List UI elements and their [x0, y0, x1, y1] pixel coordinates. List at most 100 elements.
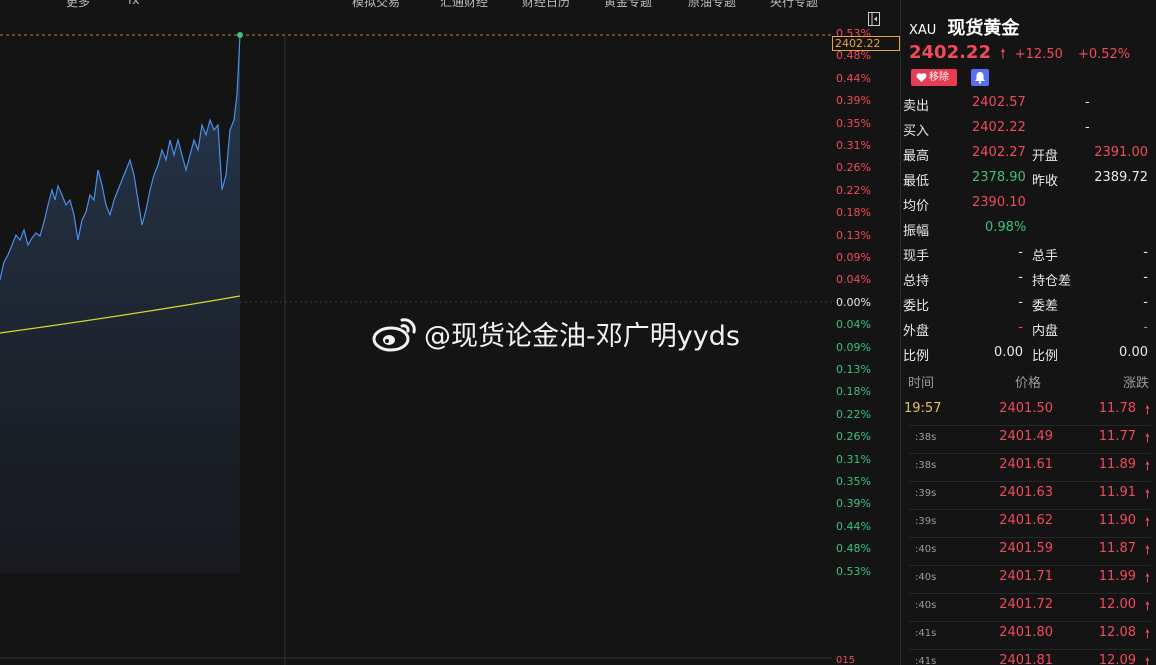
ticks-header-price: 价格	[1015, 376, 1042, 391]
tick-change: 11.99	[1098, 569, 1136, 584]
toolbar-fx678[interactable]: 汇通财经	[440, 0, 488, 8]
toolbar-oil[interactable]: 原油专题	[688, 0, 736, 8]
quote-label: 外盘	[903, 324, 930, 339]
tick-row[interactable]: :40s 2401.59 11.87 🠕	[901, 538, 1156, 566]
toolbar-fx[interactable]: fx	[128, 0, 139, 7]
price-area	[0, 35, 240, 573]
tick-row[interactable]: :40s 2401.72 12.00 🠕	[901, 594, 1156, 622]
tick-row[interactable]: :38s 2401.61 11.89 🠕	[901, 454, 1156, 482]
axis-label-down: 0.13%	[836, 363, 871, 376]
axis-label-down: 0.18%	[836, 385, 871, 399]
price-change: +12.50	[1014, 47, 1063, 62]
quote-label: 总手	[1032, 249, 1059, 264]
bell-icon	[975, 72, 985, 84]
up-arrow-icon: 🠕	[1144, 403, 1150, 417]
up-arrow-icon: 🠕	[1144, 487, 1150, 501]
price-change-percent: +0.52%	[1077, 47, 1131, 62]
axis-label-down: 0.44%	[836, 519, 871, 533]
quote-value: -	[1018, 245, 1023, 260]
quote-label: 持仓差	[1032, 274, 1072, 289]
tick-row[interactable]: :39s 2401.63 11.91 🠕	[901, 482, 1156, 510]
watermark-text: @现货论金油-邓广明yyds	[424, 321, 740, 352]
tick-change: 11.78	[1098, 401, 1136, 416]
tick-row[interactable]: :38s 2401.49 11.77 🠕	[901, 426, 1156, 454]
symbol-header: XAU 现货黄金	[909, 14, 1019, 40]
up-arrow-icon: 🠕	[1144, 459, 1150, 473]
tick-row[interactable]: :39s 2401.62 11.90 🠕	[901, 510, 1156, 538]
axis-label-up: 0.22%	[836, 183, 871, 197]
tick-price: 2401.59	[999, 541, 1053, 556]
quote-value: -	[1085, 95, 1090, 110]
quote-label: 委比	[903, 299, 930, 314]
quote-value: 2402.22	[972, 120, 1026, 135]
tick-price: 2401.71	[999, 569, 1053, 584]
top-toolbar: 更多 fx 模拟交易 汇通财经 财经日历 黄金专题 原油专题 央行专题	[0, 0, 832, 8]
last-price: 2402.22	[909, 42, 991, 63]
toolbar-central-bank[interactable]: 央行专题	[770, 0, 818, 8]
quote-label: 最高	[903, 149, 930, 164]
tick-time: :39s	[915, 488, 937, 499]
up-arrow-icon: 🠕	[1144, 571, 1150, 585]
quote-label: 买入	[903, 124, 930, 139]
weibo-icon	[372, 318, 416, 352]
toolbar-calendar[interactable]: 财经日历	[522, 0, 570, 8]
price-summary: 2402.22 🠕 +12.50 +0.52%	[909, 42, 1140, 67]
quote-value: -	[1018, 295, 1023, 310]
axis-label-up: 0.04%	[836, 273, 871, 287]
quote-label: 比例	[1032, 349, 1059, 364]
quote-label: 卖出	[903, 99, 930, 114]
toolbar-more[interactable]: 更多	[66, 0, 90, 8]
quote-value: 2378.90	[972, 170, 1026, 185]
tick-row[interactable]: :41s 2401.81 12.09 🠕	[901, 650, 1156, 665]
quote-value: 0.98%	[985, 220, 1027, 235]
tick-price: 2401.80	[999, 625, 1053, 640]
axis-label-down: 0.04%	[836, 318, 871, 332]
axis-label-down: 0.39%	[836, 497, 871, 511]
tick-price: 2401.63	[999, 485, 1053, 500]
quote-label: 昨收	[1032, 174, 1059, 189]
ticks-header: 时间 价格 涨跌	[901, 372, 1156, 392]
tick-row[interactable]: 19:57 2401.50 11.78 🠕	[901, 398, 1156, 426]
toolbar-sim-trade[interactable]: 模拟交易	[352, 0, 400, 8]
axis-label-down: 0.53%	[836, 564, 871, 578]
quote-value: -	[1143, 245, 1148, 260]
axis-label-up: 0.13%	[836, 228, 871, 242]
tick-price: 2401.61	[999, 457, 1053, 472]
tick-row[interactable]: :40s 2401.71 11.99 🠕	[901, 566, 1156, 594]
quote-value: -	[1085, 120, 1090, 135]
quote-value: -	[1143, 320, 1148, 335]
up-arrow-icon: 🠕	[1000, 47, 1006, 62]
tick-change: 12.09	[1098, 653, 1136, 665]
heart-icon	[916, 73, 927, 83]
axis-label-down: 0.35%	[836, 475, 871, 488]
remove-watchlist-button[interactable]: 移除	[911, 69, 957, 86]
tick-row[interactable]: :41s 2401.80 12.08 🠕	[901, 622, 1156, 650]
panel-toggle-icon[interactable]	[868, 12, 880, 26]
tick-time: :38s	[915, 460, 937, 471]
up-arrow-icon: 🠕	[1144, 655, 1150, 665]
tick-change: 11.90	[1098, 513, 1136, 528]
quote-value: 2391.00	[1094, 145, 1148, 160]
axis-label-up: 0.48%	[836, 49, 871, 63]
symbol-code: XAU	[909, 23, 937, 38]
quote-value: 0.00	[994, 345, 1023, 360]
axis-label-up: 0.31%	[836, 139, 871, 152]
tick-time: :40s	[915, 572, 937, 583]
up-arrow-icon: 🠕	[1144, 431, 1150, 445]
quote-value: 0.00	[1119, 345, 1148, 360]
axis-label-up: 0.35%	[836, 116, 871, 130]
latest-point-marker	[237, 32, 243, 38]
up-arrow-icon: 🠕	[1144, 599, 1150, 613]
quote-label: 开盘	[1032, 149, 1059, 164]
tick-price: 2401.62	[999, 513, 1053, 528]
axis-label-up: 0.39%	[836, 94, 871, 108]
axis-label-up: 0.44%	[836, 71, 871, 85]
current-price-tag: 2402.22	[832, 36, 900, 51]
quote-value: -	[1018, 320, 1023, 335]
ticks-header-time: 时间	[908, 376, 935, 391]
toolbar-gold[interactable]: 黄金专题	[604, 0, 652, 8]
alert-button[interactable]	[971, 69, 989, 86]
axis-label-down: 0.31%	[836, 452, 871, 466]
quote-label: 现手	[903, 249, 930, 264]
axis-label-zero: 0.00%	[836, 295, 871, 309]
